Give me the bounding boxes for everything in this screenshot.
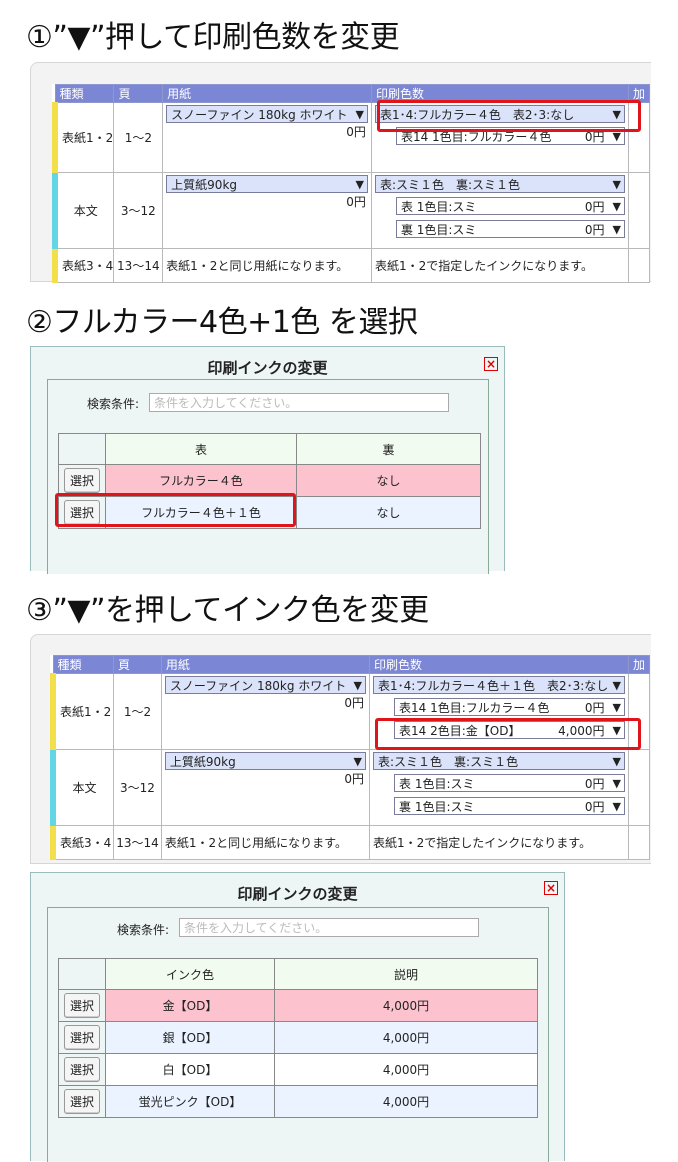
paper-note-back: 表紙1・2と同じ用紙になります。 [162, 248, 372, 283]
step-2-heading: ②フルカラー4色+1色 を選択 [26, 305, 418, 340]
type-cover: 表紙1・2 [52, 102, 115, 173]
type-back: 表紙3・4 [50, 825, 115, 860]
table-row[interactable]: 選択 金【OD】 4,000円 [58, 989, 538, 1022]
col-pages: 頁 [113, 84, 164, 103]
paper-select-cover[interactable]: スノーファイン 180kg ホワイト ▼ [164, 676, 367, 694]
close-x-icon[interactable]: × [544, 881, 558, 895]
pages-cover: 1～2 [113, 673, 162, 750]
dropdown-arrow-icon: ▼ [353, 754, 363, 768]
highlight-box-3 [375, 718, 641, 750]
pages-body: 3～12 [113, 749, 162, 826]
ink-cell: 銀【OD】 [105, 1021, 275, 1054]
paper-select-body[interactable]: 上質紙90kg ▼ [164, 752, 367, 770]
color-select-body[interactable]: 表:スミ１色 裏:スミ１色 ▼ [374, 175, 625, 193]
dropdown-arrow-icon: ▼ [353, 678, 363, 692]
table-row[interactable]: 選択 蛍光ピンク【OD】 4,000円 [58, 1085, 538, 1118]
step-1-heading: ①”▼”押して印刷色数を変更 [26, 20, 400, 55]
paper-price-body: 0円 [346, 195, 366, 209]
col-front: 表 [105, 433, 297, 465]
dropdown-arrow-icon: ▼ [612, 199, 621, 213]
dropdown-arrow-icon: ▼ [612, 799, 621, 813]
col-desc: 説明 [274, 958, 538, 990]
ink-select-cover-1[interactable]: 表14 1色目:フルカラー４色 0円 ▼ [394, 698, 625, 716]
select-button[interactable]: 選択 [63, 993, 100, 1018]
desc-cell: 4,000円 [274, 1021, 538, 1054]
ink-select-body-front[interactable]: 表 1色目:スミ 0円 ▼ [394, 774, 625, 792]
ink-cell: 白【OD】 [105, 1053, 275, 1086]
dropdown-arrow-icon: ▼ [612, 776, 621, 790]
dropdown-arrow-icon: ▼ [612, 678, 621, 692]
dialog-title: 印刷インクの変更 [207, 359, 328, 377]
dropdown-arrow-icon: ▼ [612, 754, 621, 768]
paper-price-body: 0円 [344, 772, 365, 786]
front-cell: フルカラー４色 [105, 464, 297, 497]
pages-back: 13～14 [113, 825, 162, 860]
desc-cell: 4,000円 [274, 989, 538, 1022]
type-cover: 表紙1・2 [50, 673, 115, 750]
type-body: 本文 [50, 749, 115, 826]
back-cell: なし [296, 464, 481, 497]
type-body: 本文 [52, 172, 115, 249]
type-back: 表紙3・4 [52, 248, 115, 283]
dropdown-arrow-icon: ▼ [355, 107, 364, 121]
col-type: 種類 [52, 655, 115, 674]
ink-cell: 蛍光ピンク【OD】 [105, 1085, 275, 1118]
spec-table-2: 種類 頁 用紙 印刷色数 加 表紙1・2 1～2 スノーファイン 180kg ホ… [50, 655, 651, 860]
step-3-heading: ③”▼”を押してインク色を変更 [26, 593, 429, 628]
pages-body: 3～12 [113, 172, 164, 249]
paper-note-back: 表紙1・2と同じ用紙になります。 [160, 825, 371, 860]
dropdown-arrow-icon: ▼ [612, 700, 621, 714]
select-button[interactable]: 選択 [63, 1057, 100, 1082]
back-cell: なし [296, 496, 481, 529]
table-row[interactable]: 選択 白【OD】 4,000円 [58, 1053, 538, 1086]
ink-select-body-back[interactable]: 裏 1色目:スミ 0円 ▼ [394, 797, 625, 815]
col-extra: 加 [627, 655, 651, 674]
dropdown-arrow-icon: ▼ [355, 177, 364, 191]
col-colors: 印刷色数 [369, 655, 629, 674]
search-input[interactable]: 条件を入力してください。 [149, 393, 449, 412]
col-type: 種類 [54, 84, 115, 103]
close-x-icon[interactable]: × [484, 357, 498, 371]
ink-cell: 金【OD】 [105, 989, 275, 1022]
paper-price-cover: 0円 [346, 125, 366, 139]
paper-price-cover: 0円 [344, 696, 365, 710]
ink-dialog-2: 印刷インクの変更 × 検索条件: 条件を入力してください。 インク色 説明 選択… [30, 872, 565, 1162]
col-ink: インク色 [105, 958, 275, 990]
colors-note-back: 表紙1・2で指定したインクになります。 [370, 248, 629, 283]
pages-cover: 1～2 [113, 102, 164, 173]
col-paper: 用紙 [162, 84, 372, 103]
highlight-box-2 [55, 493, 296, 527]
dropdown-arrow-icon: ▼ [612, 177, 621, 191]
desc-cell: 4,000円 [274, 1085, 538, 1118]
ink-table-2: インク色 説明 選択 金【OD】 4,000円 選択 銀【OD】 4,000円 … [58, 958, 538, 1118]
select-button[interactable]: 選択 [63, 1089, 100, 1114]
ink-select-body-back[interactable]: 裏 1色目:スミ 0円 ▼ [395, 220, 625, 238]
paper-select-cover[interactable]: スノーファイン 180kg ホワイト ▼ [166, 105, 368, 123]
ink-dialog-1: 印刷インクの変更 × 検索条件: 条件を入力してください。 表 裏 選択 フルカ… [30, 346, 505, 574]
pages-back: 13～14 [113, 248, 164, 283]
dialog-title: 印刷インクの変更 [237, 885, 358, 903]
col-paper: 用紙 [160, 655, 371, 674]
select-button[interactable]: 選択 [63, 468, 100, 493]
color-select-body[interactable]: 表:スミ１色 裏:スミ１色 ▼ [373, 752, 625, 770]
select-button[interactable]: 選択 [63, 1025, 100, 1050]
ink-select-body-front[interactable]: 表 1色目:スミ 0円 ▼ [395, 197, 625, 215]
dropdown-arrow-icon: ▼ [612, 222, 621, 236]
paper-select-body[interactable]: 上質紙90kg ▼ [166, 175, 368, 193]
col-back: 裏 [296, 433, 481, 465]
table-row[interactable]: 選択 フルカラー４色 なし [58, 464, 481, 497]
table-row[interactable]: 選択 銀【OD】 4,000円 [58, 1021, 538, 1054]
colors-note-back: 表紙1・2で指定したインクになります。 [369, 825, 629, 860]
search-label: 検索条件: [87, 397, 140, 411]
search-input[interactable]: 条件を入力してください。 [179, 918, 479, 937]
desc-cell: 4,000円 [274, 1053, 538, 1086]
highlight-box-1 [377, 100, 641, 132]
search-label: 検索条件: [117, 923, 170, 937]
col-pages: 頁 [113, 655, 162, 674]
color-select-cover[interactable]: 表1･4:フルカラー４色＋１色 表2･3:なし ▼ [373, 676, 625, 694]
